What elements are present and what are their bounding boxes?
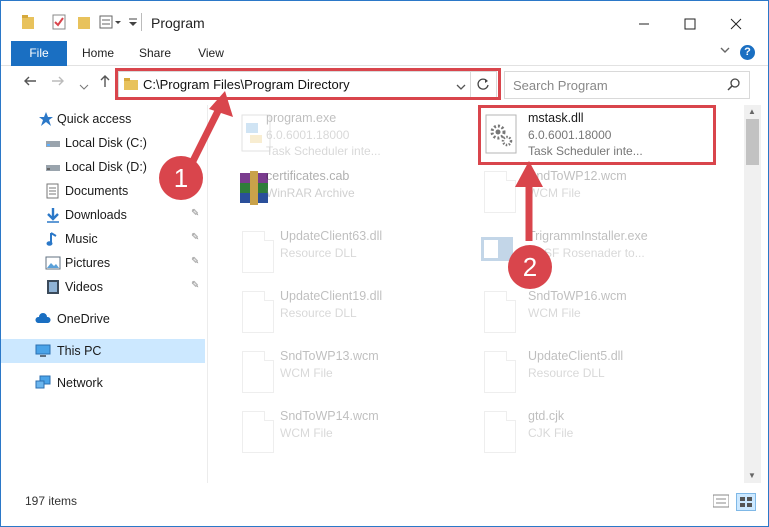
- step-badge-2: 2: [508, 245, 552, 289]
- step-badge-1: 1: [159, 156, 203, 200]
- explorer-window: Program File Home Share View ? C:\Progra…: [0, 0, 769, 527]
- arrow-2-head: [515, 161, 543, 187]
- arrow-1-head: [209, 91, 233, 117]
- annotation-arrows: [185, 91, 543, 241]
